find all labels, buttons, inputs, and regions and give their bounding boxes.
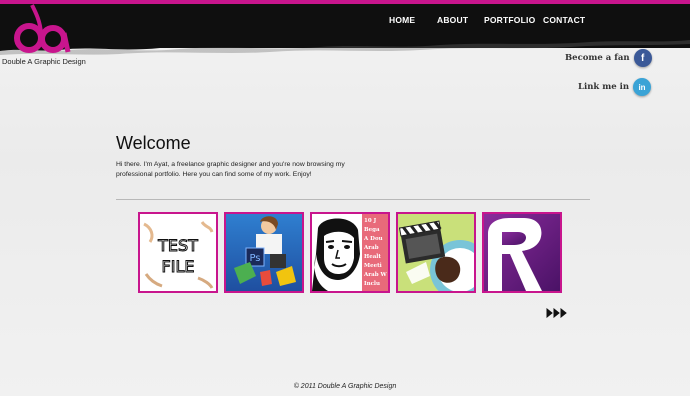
main-nav: HOME ABOUT PORTFOLIO CONTACT [0, 15, 690, 29]
poster-line: Healt [364, 254, 381, 260]
nav-portfolio-link[interactable]: PORTFOLIO [484, 15, 535, 25]
poster-line: Arab [363, 245, 379, 251]
poster-line: A Dou [363, 236, 383, 242]
linkedin-glyph: in [638, 82, 646, 92]
facebook-link[interactable]: Become a fan f [565, 49, 652, 67]
facebook-icon: f [633, 49, 652, 67]
facebook-label: Become a fan [565, 53, 630, 63]
nav-home-link[interactable]: HOME [389, 15, 415, 25]
portfolio-thumb-test-file[interactable]: TEST FILE [138, 212, 218, 293]
poster-line: 10 J [364, 218, 377, 224]
triple-chevron-right-icon[interactable] [546, 308, 568, 318]
portfolio-thumb-purple-r[interactable] [482, 212, 562, 293]
welcome-text: Hi there. I'm Ayat, a freelance graphic … [116, 161, 345, 178]
content-divider [116, 199, 590, 200]
svg-text:FILE: FILE [162, 257, 195, 276]
svg-text:TEST: TEST [157, 236, 198, 255]
linkedin-icon: in [633, 78, 652, 96]
linkedin-link[interactable]: Link me in in [578, 78, 652, 96]
footer-copyright: © 2011 Double A Graphic Design [293, 383, 397, 390]
facebook-glyph: f [640, 52, 645, 64]
linkedin-label: Link me in [578, 82, 630, 92]
poster-line: Inclu [364, 281, 380, 287]
svg-text:Ps: Ps [249, 253, 260, 264]
nav-contact-link[interactable]: CONTACT [543, 15, 585, 25]
nav-about-link[interactable]: ABOUT [437, 15, 468, 25]
poster-line: Arab W [363, 272, 387, 278]
poster-line: Meeti [364, 263, 382, 269]
poster-line: Bega [364, 227, 380, 233]
portfolio-thumb-portrait-poster[interactable]: 10 J Bega A Dou Arab Healt Meeti Arab W Inclu [310, 212, 390, 293]
brand-name: Double A Graphic Design [2, 57, 86, 66]
portfolio-thumb-film-clapper[interactable] [396, 212, 476, 293]
da-logo[interactable] [6, 3, 76, 55]
welcome-heading: Welcome [116, 133, 191, 153]
portfolio-thumb-photoshop[interactable]: Ps [224, 212, 304, 293]
